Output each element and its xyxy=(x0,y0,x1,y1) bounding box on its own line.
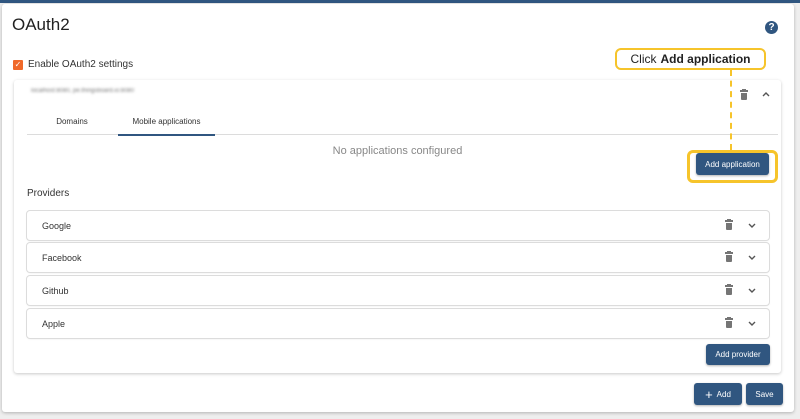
top-bar xyxy=(0,0,800,3)
delete-provider-icon[interactable] xyxy=(725,317,733,328)
provider-row-google[interactable]: Google xyxy=(27,211,769,240)
tab-domains-label: Domains xyxy=(56,117,88,126)
tutorial-connector-line xyxy=(730,70,732,150)
domain-tabs: Domains Mobile applications xyxy=(27,108,778,136)
chevron-down-icon[interactable] xyxy=(748,222,756,230)
tab-mobile-applications[interactable]: Mobile applications xyxy=(118,108,215,136)
enable-oauth2-label: Enable OAuth2 settings xyxy=(28,59,134,70)
tutorial-callout: Click Add application xyxy=(615,48,766,70)
enable-oauth2-checkbox[interactable]: ✓ Enable OAuth2 settings xyxy=(13,59,133,70)
active-tab-indicator xyxy=(118,134,215,136)
add-button-label: Add xyxy=(716,389,731,399)
add-provider-button[interactable]: Add provider xyxy=(706,344,770,365)
tab-mobile-applications-label: Mobile applications xyxy=(132,117,201,126)
providers-title: Providers xyxy=(27,188,70,199)
page-title: OAuth2 xyxy=(12,15,70,34)
domain-name: localhost:8080, pe.thingsboard.io:8080 xyxy=(31,88,135,94)
provider-row-apple[interactable]: Apple xyxy=(27,309,769,338)
tab-domains[interactable]: Domains xyxy=(27,108,117,135)
chevron-up-icon[interactable] xyxy=(762,90,770,98)
no-applications-message: No applications configured xyxy=(332,145,463,157)
chevron-down-icon[interactable] xyxy=(748,320,756,328)
provider-name: Google xyxy=(42,221,72,231)
chevron-down-icon[interactable] xyxy=(748,287,756,295)
callout-prefix: Click xyxy=(630,52,657,66)
provider-name: Github xyxy=(42,286,69,296)
provider-name: Apple xyxy=(42,319,66,329)
tutorial-highlight-frame xyxy=(687,150,778,183)
add-button[interactable]: + Add xyxy=(694,383,742,405)
help-icon[interactable]: ? xyxy=(765,21,778,34)
chevron-down-icon[interactable] xyxy=(748,254,756,262)
provider-name: Facebook xyxy=(42,253,82,263)
delete-provider-icon[interactable] xyxy=(725,251,733,262)
delete-provider-icon[interactable] xyxy=(725,284,733,295)
save-button[interactable]: Save xyxy=(746,383,783,405)
plus-icon: + xyxy=(705,386,713,402)
domain-panel: localhost:8080, pe.thingsboard.io:8080 D… xyxy=(14,80,781,373)
provider-row-facebook[interactable]: Facebook xyxy=(27,243,769,272)
delete-provider-icon[interactable] xyxy=(725,219,733,230)
provider-row-github[interactable]: Github xyxy=(27,276,769,305)
callout-action: Add application xyxy=(660,52,751,66)
checkbox-checked-icon[interactable]: ✓ xyxy=(13,59,23,70)
delete-domain-icon[interactable] xyxy=(740,89,748,100)
